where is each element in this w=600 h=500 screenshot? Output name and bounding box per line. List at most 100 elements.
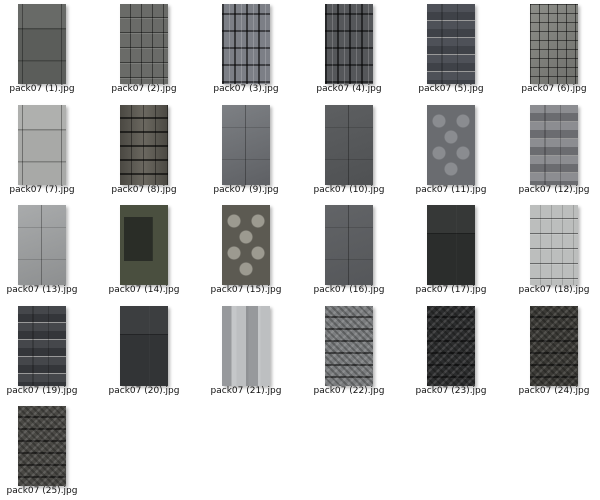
texture-image [18,306,66,386]
file-name-label: pack07 (22).jpg [313,386,385,396]
file-thumbnail[interactable] [427,205,475,285]
file-item[interactable]: pack07 (10).jpg [299,101,399,199]
file-item[interactable]: pack07 (2).jpg [94,0,194,98]
file-thumbnail[interactable] [120,306,168,386]
file-item[interactable]: pack07 (18).jpg [504,201,600,299]
file-name-label: pack07 (18).jpg [518,285,590,295]
file-thumbnail[interactable] [222,306,270,386]
file-item[interactable]: pack07 (9).jpg [196,101,296,199]
texture-image [325,4,373,84]
file-thumbnail[interactable] [427,4,475,84]
texture-image [18,4,66,84]
file-name-label: pack07 (25).jpg [6,486,78,496]
file-item[interactable]: pack07 (19).jpg [0,302,92,400]
file-item[interactable]: pack07 (14).jpg [94,201,194,299]
file-item[interactable]: pack07 (22).jpg [299,302,399,400]
file-name-label: pack07 (15).jpg [210,285,282,295]
file-name-label: pack07 (6).jpg [521,84,587,94]
file-name-label: pack07 (16).jpg [313,285,385,295]
file-item[interactable]: pack07 (17).jpg [401,201,501,299]
texture-image [120,205,168,285]
file-item[interactable]: pack07 (7).jpg [0,101,92,199]
file-item[interactable]: pack07 (5).jpg [401,0,501,98]
file-item[interactable]: pack07 (24).jpg [504,302,600,400]
texture-image [530,4,578,84]
file-name-label: pack07 (7).jpg [9,185,75,195]
file-thumbnail[interactable] [120,4,168,84]
texture-image [530,105,578,185]
file-thumbnail[interactable] [18,105,66,185]
file-name-label: pack07 (23).jpg [415,386,487,396]
texture-image [222,105,270,185]
texture-image [120,105,168,185]
file-item[interactable]: pack07 (1).jpg [0,0,92,98]
file-item[interactable]: pack07 (11).jpg [401,101,501,199]
file-name-label: pack07 (4).jpg [316,84,382,94]
texture-image [222,205,270,285]
file-name-label: pack07 (5).jpg [418,84,484,94]
file-thumbnail[interactable] [530,306,578,386]
file-item[interactable]: pack07 (12).jpg [504,101,600,199]
file-thumbnail[interactable] [530,205,578,285]
file-thumbnail[interactable] [18,205,66,285]
file-thumbnail[interactable] [18,306,66,386]
file-name-label: pack07 (1).jpg [9,84,75,94]
file-name-label: pack07 (14).jpg [108,285,180,295]
file-thumbnail[interactable] [325,205,373,285]
file-thumbnail[interactable] [222,205,270,285]
file-name-label: pack07 (12).jpg [518,185,590,195]
texture-image [530,205,578,285]
file-item[interactable]: pack07 (6).jpg [504,0,600,98]
file-name-label: pack07 (8).jpg [111,185,177,195]
file-thumbnail[interactable] [427,105,475,185]
file-item[interactable]: pack07 (25).jpg [0,402,92,500]
file-thumbnail[interactable] [325,4,373,84]
texture-image [120,306,168,386]
file-name-label: pack07 (13).jpg [6,285,78,295]
texture-image [222,4,270,84]
file-item[interactable]: pack07 (15).jpg [196,201,296,299]
file-thumbnail[interactable] [222,105,270,185]
file-item[interactable]: pack07 (16).jpg [299,201,399,299]
texture-image [120,4,168,84]
file-item[interactable]: pack07 (3).jpg [196,0,296,98]
texture-image [427,306,475,386]
file-name-label: pack07 (17).jpg [415,285,487,295]
texture-image [427,105,475,185]
file-name-label: pack07 (10).jpg [313,185,385,195]
file-item[interactable]: pack07 (21).jpg [196,302,296,400]
texture-image [530,306,578,386]
file-name-label: pack07 (20).jpg [108,386,180,396]
file-item[interactable]: pack07 (8).jpg [94,101,194,199]
texture-image [427,205,475,285]
file-name-label: pack07 (21).jpg [210,386,282,396]
file-name-label: pack07 (11).jpg [415,185,487,195]
file-thumbnail[interactable] [120,105,168,185]
file-name-label: pack07 (19).jpg [6,386,78,396]
file-grid: pack07 (1).jpg pack07 (2).jpg pack07 (3).j… [0,0,600,500]
file-thumbnail[interactable] [530,4,578,84]
texture-image [18,406,66,486]
texture-image [325,205,373,285]
file-thumbnail[interactable] [18,4,66,84]
file-thumbnail[interactable] [325,105,373,185]
file-thumbnail[interactable] [427,306,475,386]
file-thumbnail[interactable] [530,105,578,185]
file-item[interactable]: pack07 (23).jpg [401,302,501,400]
texture-image [325,105,373,185]
file-thumbnail[interactable] [18,406,66,486]
file-name-label: pack07 (24).jpg [518,386,590,396]
file-item[interactable]: pack07 (20).jpg [94,302,194,400]
texture-image [427,4,475,84]
file-thumbnail[interactable] [120,205,168,285]
texture-image [18,105,66,185]
file-name-label: pack07 (3).jpg [213,84,279,94]
file-thumbnail[interactable] [325,306,373,386]
file-name-label: pack07 (2).jpg [111,84,177,94]
texture-image [222,306,270,386]
file-item[interactable]: pack07 (13).jpg [0,201,92,299]
file-item[interactable]: pack07 (4).jpg [299,0,399,98]
file-name-label: pack07 (9).jpg [213,185,279,195]
texture-image [18,205,66,285]
file-thumbnail[interactable] [222,4,270,84]
